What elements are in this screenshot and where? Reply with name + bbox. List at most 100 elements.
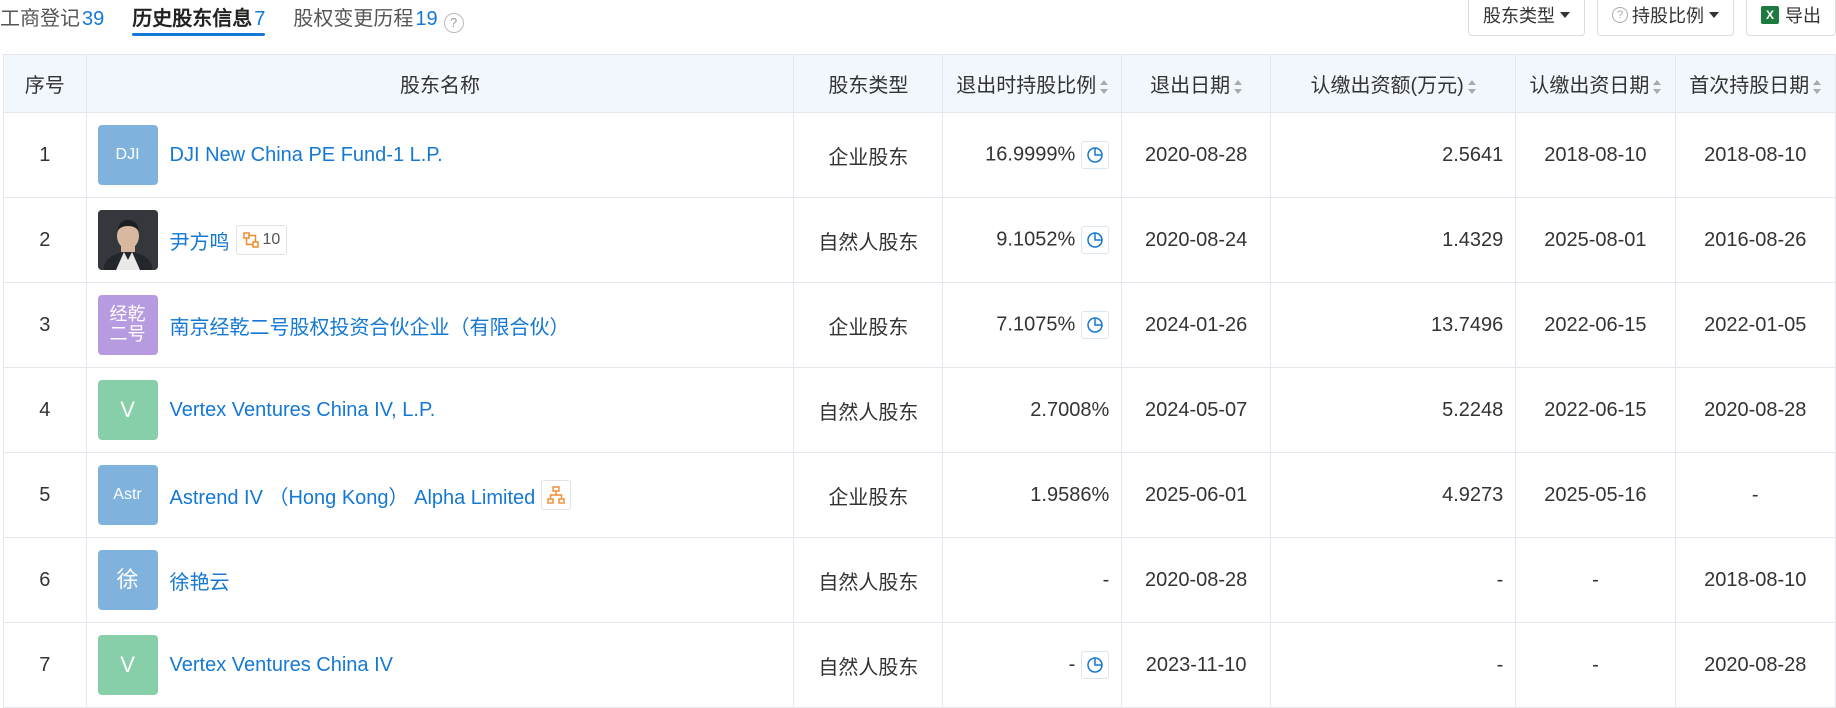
first-holding-date: 2022-01-05 [1674, 282, 1836, 368]
shareholder-type: 自然人股东 [793, 537, 944, 623]
tab-label: 工商登记 [0, 8, 80, 30]
avatar-text-line: 二号 [109, 324, 146, 344]
sort-icon[interactable] [1234, 79, 1243, 94]
tab-label: 历史股东信息 [132, 8, 253, 30]
col-header-amount[interactable]: 认缴出资额(万元) [1270, 54, 1517, 113]
sort-icon[interactable] [1813, 79, 1822, 94]
tab-business-registration[interactable]: 工商登记 39 [0, 0, 104, 36]
exit-date: 2024-01-26 [1121, 282, 1272, 368]
exit-date: 2025-06-01 [1121, 452, 1272, 538]
col-header-subscribe-date[interactable]: 认缴出资日期 [1515, 54, 1676, 113]
table-row: 5 Astr Astrend IV （Hong Kong） Alpha Limi… [3, 452, 1836, 538]
tab-count: 39 [82, 8, 105, 30]
shareholder-name-link[interactable]: Vertex Ventures China IV [170, 654, 393, 677]
shareholder-name-cell: V Vertex Ventures China IV [85, 622, 795, 708]
exit-ratio-cell: 16.9999% [942, 112, 1123, 198]
tab-count: 7 [254, 8, 266, 30]
shareholder-name-cell: V Vertex Ventures China IV, L.P. [85, 367, 795, 453]
header-label: 退出日期 [1150, 75, 1231, 97]
shareholder-name-cell: 徐 徐艳云 [85, 537, 795, 623]
exit-date: 2023-11-10 [1121, 622, 1272, 708]
history-shareholders-table: 序号 股东名称 股东类型 退出时持股比例 退出日期 认缴出资额(万元) 认缴出资… [3, 54, 1836, 708]
avatar: DJI [97, 125, 158, 185]
row-index: 1 [3, 112, 87, 198]
row-index: 7 [3, 622, 87, 708]
table-row: 4 V Vertex Ventures China IV, L.P. 自然人股东… [3, 367, 1836, 453]
subscribed-amount: - [1270, 537, 1517, 623]
col-header-exit-date[interactable]: 退出日期 [1121, 54, 1272, 113]
holding-ratio-filter[interactable]: ? 持股比例 [1597, 0, 1734, 36]
pie-chart-icon[interactable] [1081, 141, 1110, 169]
shareholder-name-link[interactable]: Vertex Ventures China IV, L.P. [170, 399, 436, 422]
tab-label: 股权变更历程 [293, 8, 414, 30]
row-index: 3 [3, 282, 87, 368]
first-holding-date: 2020-08-28 [1674, 367, 1836, 453]
col-header-name: 股东名称 [85, 54, 795, 113]
table-row: 7 V Vertex Ventures China IV 自然人股东 - 202… [3, 622, 1836, 708]
shareholder-name-link[interactable]: DJI New China PE Fund-1 L.P. [170, 144, 443, 167]
sort-icon[interactable] [1100, 79, 1109, 94]
export-button[interactable]: X 导出 [1746, 0, 1836, 36]
filter-label: 股东类型 [1483, 6, 1555, 26]
avatar: V [97, 635, 158, 695]
shareholder-name-cell: 尹方鸣 10 [85, 197, 795, 283]
avatar: 经乾 二号 [97, 295, 158, 355]
shareholder-type-filter[interactable]: 股东类型 [1468, 0, 1585, 36]
pie-chart-icon[interactable] [1081, 226, 1110, 254]
header-label: 股东名称 [399, 75, 480, 97]
subscribed-amount: 4.9273 [1270, 452, 1517, 538]
related-companies-badge[interactable]: 10 [235, 225, 288, 255]
pie-chart-icon[interactable] [1081, 311, 1110, 339]
badge-count: 10 [262, 231, 281, 248]
shareholder-name-link[interactable]: 徐艳云 [170, 566, 230, 595]
table-row: 1 DJI DJI New China PE Fund-1 L.P. 企业股东 … [3, 112, 1836, 198]
first-holding-date: 2018-08-10 [1674, 112, 1836, 198]
subscribe-date: 2025-05-16 [1515, 452, 1676, 538]
col-header-type: 股东类型 [793, 54, 944, 113]
subscribed-amount: 2.5641 [1270, 112, 1517, 198]
shareholder-name-cell: DJI DJI New China PE Fund-1 L.P. [85, 112, 795, 198]
row-index: 2 [3, 197, 87, 283]
subscribe-date: - [1515, 622, 1676, 708]
sort-icon[interactable] [1467, 79, 1476, 94]
sort-icon[interactable] [1653, 79, 1662, 94]
shareholder-type: 自然人股东 [793, 622, 944, 708]
col-header-first-date[interactable]: 首次持股日期 [1674, 54, 1836, 113]
shareholder-name-link[interactable]: 南京经乾二号股权投资合伙企业（有限合伙） [170, 311, 570, 340]
excel-icon: X [1761, 6, 1779, 24]
help-icon[interactable]: ? [443, 13, 464, 33]
table-header-row: 序号 股东名称 股东类型 退出时持股比例 退出日期 认缴出资额(万元) 认缴出资… [3, 54, 1836, 113]
header-label: 首次持股日期 [1689, 75, 1810, 97]
table-row: 2 尹方鸣 10 自然人股东 9.1052% 2020-08-24 1.4329… [3, 197, 1836, 283]
exit-ratio-cell: 9.1052% [942, 197, 1123, 283]
filter-label: 持股比例 [1632, 6, 1704, 26]
tab-equity-changes[interactable]: 股权变更历程 19 ? [293, 0, 464, 36]
pie-chart-icon[interactable] [1081, 651, 1110, 679]
toolbar-actions: 股东类型 ? 持股比例 X 导出 [1468, 0, 1836, 36]
network-icon [242, 232, 259, 248]
tab-count: 19 [415, 8, 438, 30]
shareholder-type: 自然人股东 [793, 367, 944, 453]
shareholder-type: 企业股东 [793, 452, 944, 538]
subscribe-date: 2022-06-15 [1515, 282, 1676, 368]
exit-ratio: 7.1075% [996, 313, 1076, 336]
caret-down-icon [1560, 12, 1570, 18]
exit-date: 2020-08-24 [1121, 197, 1272, 283]
exit-date: 2020-08-28 [1121, 537, 1272, 623]
org-structure-icon[interactable] [541, 480, 572, 510]
shareholder-name-link[interactable]: 尹方鸣 [170, 226, 230, 255]
first-holding-date: 2018-08-10 [1674, 537, 1836, 623]
subscribe-date: 2018-08-10 [1515, 112, 1676, 198]
col-header-index: 序号 [3, 54, 87, 113]
subscribe-date: 2025-08-01 [1515, 197, 1676, 283]
shareholder-name-link[interactable]: Astrend IV （Hong Kong） Alpha Limited [170, 481, 536, 510]
shareholder-name-cell: Astr Astrend IV （Hong Kong） Alpha Limite… [85, 452, 795, 538]
header-label: 退出时持股比例 [956, 75, 1097, 97]
row-index: 4 [3, 367, 87, 453]
first-holding-date: 2020-08-28 [1674, 622, 1836, 708]
tab-history-shareholders[interactable]: 历史股东信息 7 [132, 0, 266, 36]
col-header-ratio[interactable]: 退出时持股比例 [942, 54, 1123, 113]
row-index: 5 [3, 452, 87, 538]
shareholder-type: 企业股东 [793, 112, 944, 198]
subscribed-amount: 1.4329 [1270, 197, 1517, 283]
